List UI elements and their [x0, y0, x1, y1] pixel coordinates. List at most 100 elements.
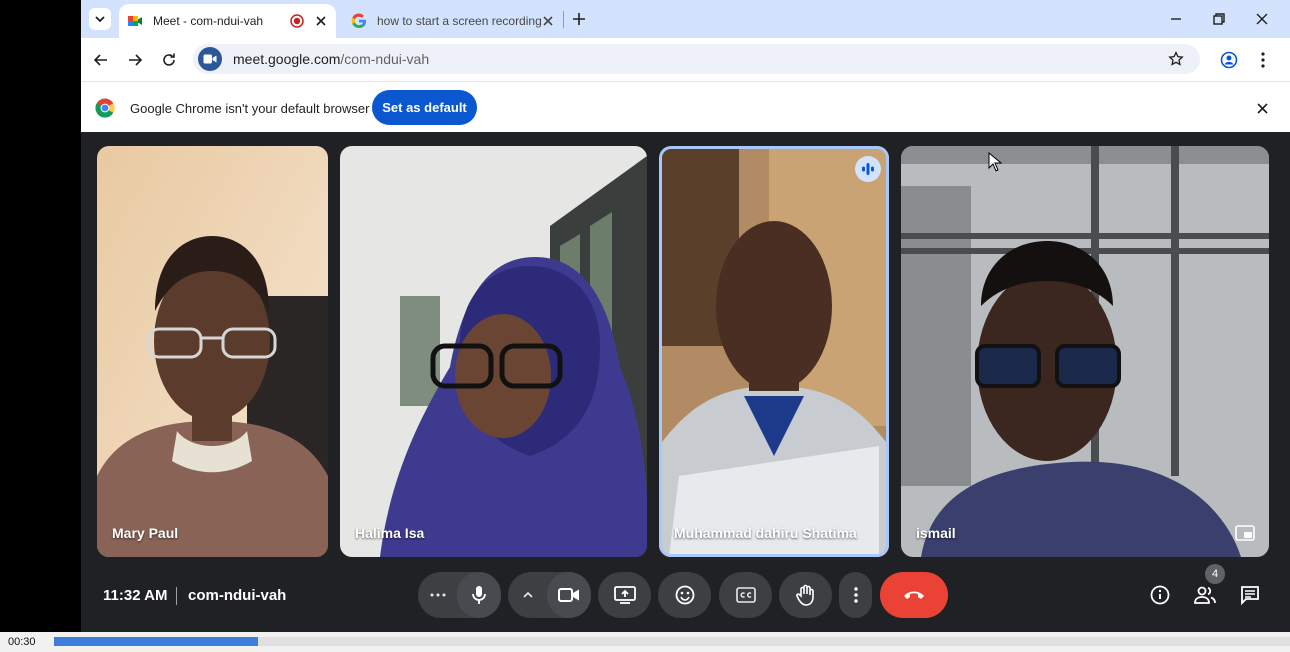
chrome-logo-icon: [95, 98, 115, 118]
present-screen-icon: [613, 586, 636, 604]
emoji-icon: [675, 585, 694, 605]
chrome-menu-button[interactable]: [1252, 49, 1274, 71]
participant-count-badge: 4: [1205, 564, 1225, 584]
close-icon: [316, 16, 326, 26]
chevron-down-icon: [95, 16, 105, 23]
participant-video: [901, 146, 1269, 557]
participant-tile-ismail[interactable]: ismail: [901, 146, 1269, 557]
audio-control-group: [418, 572, 501, 618]
meeting-clock: 11:32 AM: [103, 587, 168, 604]
microphone-button[interactable]: [457, 572, 501, 618]
new-tab-button[interactable]: [569, 9, 589, 29]
recording-progress-bar: 00:30: [0, 632, 1290, 652]
participant-name: Muhammad dahiru Shatima: [674, 525, 857, 541]
chevron-up-icon: [522, 592, 533, 598]
microphone-icon: [472, 586, 486, 604]
tab-search-button[interactable]: [89, 8, 111, 30]
url-text: meet.google.com/com-ndui-vah: [233, 51, 430, 67]
captions-icon: [735, 587, 756, 603]
tab-meet[interactable]: Meet - com-ndui-vah: [119, 4, 336, 38]
arrow-right-icon: [129, 54, 143, 66]
plus-icon: [573, 13, 585, 25]
meet-stage: Mary Paul Halima Isa Muhammad dahiru Sha…: [81, 132, 1290, 632]
more-options-button[interactable]: [839, 572, 872, 618]
bookmark-button[interactable]: [1166, 49, 1186, 69]
participant-name: Mary Paul: [112, 525, 179, 541]
meeting-code: com-ndui-vah: [188, 587, 287, 604]
minimize-icon: [1171, 18, 1181, 20]
more-horizontal-icon: [430, 593, 446, 597]
present-screen-button[interactable]: [598, 572, 651, 618]
audio-options-button[interactable]: [418, 572, 457, 618]
people-button[interactable]: [1192, 582, 1218, 608]
video-options-button[interactable]: [508, 572, 547, 618]
recording-track[interactable]: [54, 637, 1290, 646]
info-icon: [1150, 585, 1170, 605]
address-bar[interactable]: meet.google.com/com-ndui-vah: [193, 44, 1200, 74]
recording-icon: [290, 14, 304, 28]
speaking-indicator: [855, 156, 881, 182]
clock-divider: [176, 587, 177, 605]
site-info-button[interactable]: [198, 47, 222, 71]
infobar-close-button[interactable]: [1254, 100, 1270, 116]
raise-hand-button[interactable]: [779, 572, 832, 618]
audio-level-icon: [862, 163, 874, 175]
tab-search-results[interactable]: how to start a screen recording: [343, 4, 563, 38]
close-icon: [1256, 102, 1268, 114]
participant-tile-mary-paul[interactable]: Mary Paul: [97, 146, 328, 557]
tab-strip: Meet - com-ndui-vah how to start a scree…: [81, 0, 1290, 38]
set-as-default-button[interactable]: Set as default: [372, 90, 477, 125]
tab-title: how to start a screen recording: [377, 14, 541, 28]
star-icon: [1168, 51, 1184, 66]
tab-close-button[interactable]: [314, 14, 328, 28]
participant-video: [340, 146, 647, 557]
minimize-button[interactable]: [1165, 8, 1187, 30]
video-control-group: [508, 572, 591, 618]
leave-call-button[interactable]: [880, 572, 948, 618]
participant-video: [659, 146, 889, 557]
more-vertical-icon: [853, 587, 858, 603]
participant-tile-halima-isa[interactable]: Halima Isa: [340, 146, 647, 557]
participant-tile-muhammad-dahiru-shatima[interactable]: Muhammad dahiru Shatima: [659, 146, 889, 557]
infobar-message: Google Chrome isn't your default browser: [130, 101, 370, 116]
reactions-button[interactable]: [658, 572, 711, 618]
captions-button[interactable]: [719, 572, 772, 618]
more-vertical-icon: [1261, 52, 1265, 68]
participant-video: [97, 146, 328, 557]
reload-button[interactable]: [158, 49, 180, 71]
tab-title: Meet - com-ndui-vah: [153, 14, 264, 28]
mouse-cursor-icon: [988, 152, 1002, 172]
reload-icon: [163, 53, 175, 66]
close-icon: [543, 16, 553, 26]
video-camera-icon: [558, 588, 580, 602]
arrow-left-icon: [93, 54, 107, 66]
browser-window: Meet - com-ndui-vah how to start a scree…: [81, 0, 1290, 632]
pip-icon: [1235, 525, 1255, 541]
people-icon: [1194, 586, 1216, 604]
back-button[interactable]: [90, 49, 112, 71]
recording-elapsed-time: 00:30: [8, 636, 36, 648]
restore-icon: [1213, 13, 1225, 25]
video-camera-icon: [203, 54, 217, 64]
restore-button[interactable]: [1208, 8, 1230, 30]
browser-toolbar: meet.google.com/com-ndui-vah: [81, 38, 1290, 81]
profile-button[interactable]: [1218, 49, 1240, 71]
close-icon: [1256, 13, 1268, 25]
default-browser-infobar: Google Chrome isn't your default browser…: [81, 81, 1290, 132]
tab-separator: [563, 11, 564, 28]
participant-name: Halima Isa: [355, 525, 425, 541]
chat-button[interactable]: [1237, 582, 1263, 608]
meeting-details-button[interactable]: [1147, 582, 1173, 608]
google-meet-icon: [128, 16, 142, 26]
chat-icon: [1241, 586, 1259, 605]
hangup-icon: [904, 591, 924, 599]
hand-icon: [795, 584, 814, 606]
close-window-button[interactable]: [1251, 8, 1273, 30]
participant-name: ismail: [916, 525, 956, 541]
profile-icon: [1220, 51, 1238, 69]
tab-close-button[interactable]: [541, 14, 555, 28]
camera-button[interactable]: [547, 572, 591, 618]
picture-in-picture-button[interactable]: [1233, 523, 1257, 543]
forward-button[interactable]: [124, 49, 146, 71]
recording-progress-fill: [54, 637, 258, 646]
